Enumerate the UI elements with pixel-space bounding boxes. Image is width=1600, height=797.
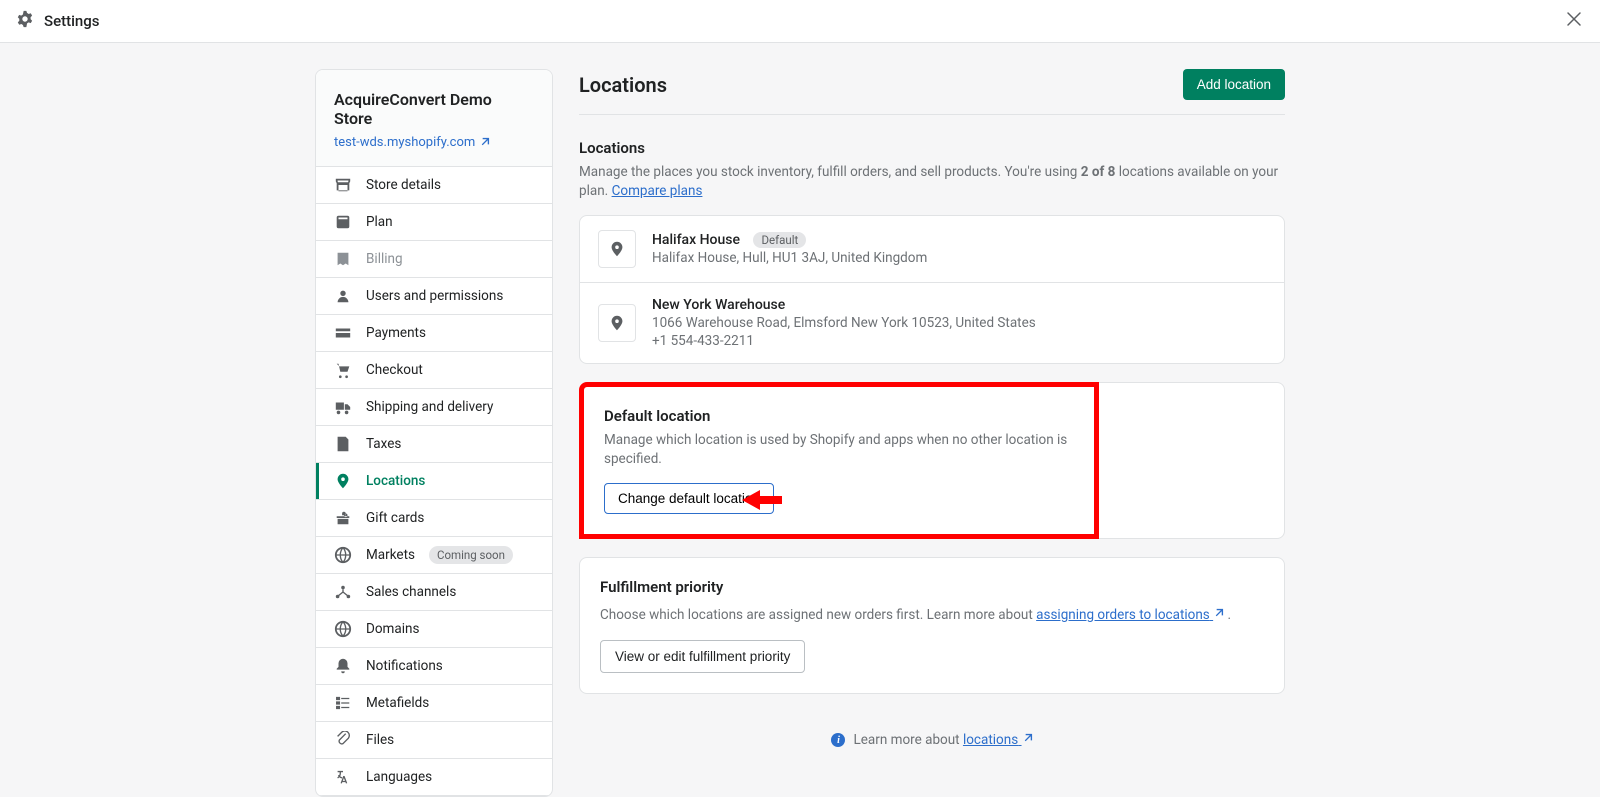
location-row[interactable]: Halifax House Default Halifax House, Hul… xyxy=(580,216,1284,283)
fulfillment-desc: Choose which locations are assigned new … xyxy=(600,606,1264,625)
sidebar-item-domains[interactable]: Domains xyxy=(316,611,552,648)
sidebar-item-metafields[interactable]: Metafields xyxy=(316,685,552,722)
location-name: New York Warehouse xyxy=(652,297,785,313)
sidebar-item-plan[interactable]: Plan xyxy=(316,204,552,241)
sidebar-item-languages[interactable]: Languages xyxy=(316,759,552,796)
sidebar-item-shipping[interactable]: Shipping and delivery xyxy=(316,389,552,426)
plan-icon xyxy=(334,213,352,231)
main-content: Locations Add location Locations Manage … xyxy=(579,69,1285,797)
shop-url-link[interactable]: test-wds.myshopify.com xyxy=(334,135,490,150)
sidebar-item-checkout[interactable]: Checkout xyxy=(316,352,552,389)
default-location-desc: Manage which location is used by Shopify… xyxy=(604,431,1074,469)
close-button[interactable] xyxy=(1564,9,1584,33)
location-pin-icon xyxy=(598,304,636,342)
topbar: Settings xyxy=(0,0,1600,43)
locations-list-card: Halifax House Default Halifax House, Hul… xyxy=(579,215,1285,364)
sidebar-item-taxes[interactable]: Taxes xyxy=(316,426,552,463)
info-icon: i xyxy=(831,733,845,747)
billing-icon xyxy=(334,250,352,268)
sidebar-item-payments[interactable]: Payments xyxy=(316,315,552,352)
sidebar-item-locations[interactable]: Locations xyxy=(316,463,552,500)
view-fulfillment-priority-button[interactable]: View or edit fulfillment priority xyxy=(600,640,805,673)
sidebar-item-store-details[interactable]: Store details xyxy=(316,167,552,204)
sidebar-item-files[interactable]: Files xyxy=(316,722,552,759)
location-phone: +1 554-433-2211 xyxy=(652,333,1036,349)
default-badge: Default xyxy=(753,232,806,248)
annotation-arrow xyxy=(742,488,782,512)
location-icon xyxy=(334,472,352,490)
gift-icon xyxy=(334,509,352,527)
sidebar-item-billing[interactable]: Billing xyxy=(316,241,552,278)
location-row[interactable]: New York Warehouse 1066 Warehouse Road, … xyxy=(580,283,1284,363)
sidebar-item-users[interactable]: Users and permissions xyxy=(316,278,552,315)
shop-name: AcquireConvert Demo Store xyxy=(334,90,534,128)
sidebar-item-notifications[interactable]: Notifications xyxy=(316,648,552,685)
taxes-icon xyxy=(334,435,352,453)
settings-sidebar: AcquireConvert Demo Store test-wds.mysho… xyxy=(315,69,553,797)
truck-icon xyxy=(334,398,352,416)
location-pin-icon xyxy=(598,230,636,268)
locations-intro: Locations Manage the places you stock in… xyxy=(579,139,1285,201)
default-location-section: Default location Manage which location i… xyxy=(579,382,1285,557)
fulfillment-heading: Fulfillment priority xyxy=(600,578,1264,596)
locations-help-link[interactable]: locations xyxy=(963,732,1033,748)
domains-icon xyxy=(334,620,352,638)
sidebar-item-sales-channels[interactable]: Sales channels xyxy=(316,574,552,611)
add-location-button[interactable]: Add location xyxy=(1183,69,1285,100)
metafields-icon xyxy=(334,694,352,712)
cart-icon xyxy=(334,361,352,379)
location-address: Halifax House, Hull, HU1 3AJ, United Kin… xyxy=(652,250,927,266)
assigning-orders-link[interactable]: assigning orders to locations xyxy=(1036,607,1224,623)
bell-icon xyxy=(334,657,352,675)
compare-plans-link[interactable]: Compare plans xyxy=(612,183,703,199)
default-location-heading: Default location xyxy=(604,407,1074,425)
fulfillment-priority-card: Fulfillment priority Choose which locati… xyxy=(579,557,1285,695)
globe-icon xyxy=(334,546,352,564)
sidebar-item-gift-cards[interactable]: Gift cards xyxy=(316,500,552,537)
channels-icon xyxy=(334,583,352,601)
locations-heading: Locations xyxy=(579,139,1285,157)
store-icon xyxy=(334,176,352,194)
payments-icon xyxy=(334,324,352,342)
users-icon xyxy=(334,287,352,305)
locations-desc: Manage the places you stock inventory, f… xyxy=(579,163,1285,201)
footer-learn-more: i Learn more about locations xyxy=(579,712,1285,788)
topbar-title: Settings xyxy=(44,12,100,30)
files-icon xyxy=(334,731,352,749)
languages-icon xyxy=(334,768,352,786)
sidebar-item-markets[interactable]: MarketsComing soon xyxy=(316,537,552,574)
page-title: Locations xyxy=(579,73,667,97)
location-name: Halifax House xyxy=(652,232,740,248)
gear-icon xyxy=(16,10,34,32)
coming-soon-badge: Coming soon xyxy=(429,546,513,564)
location-address: 1066 Warehouse Road, Elmsford New York 1… xyxy=(652,315,1036,331)
